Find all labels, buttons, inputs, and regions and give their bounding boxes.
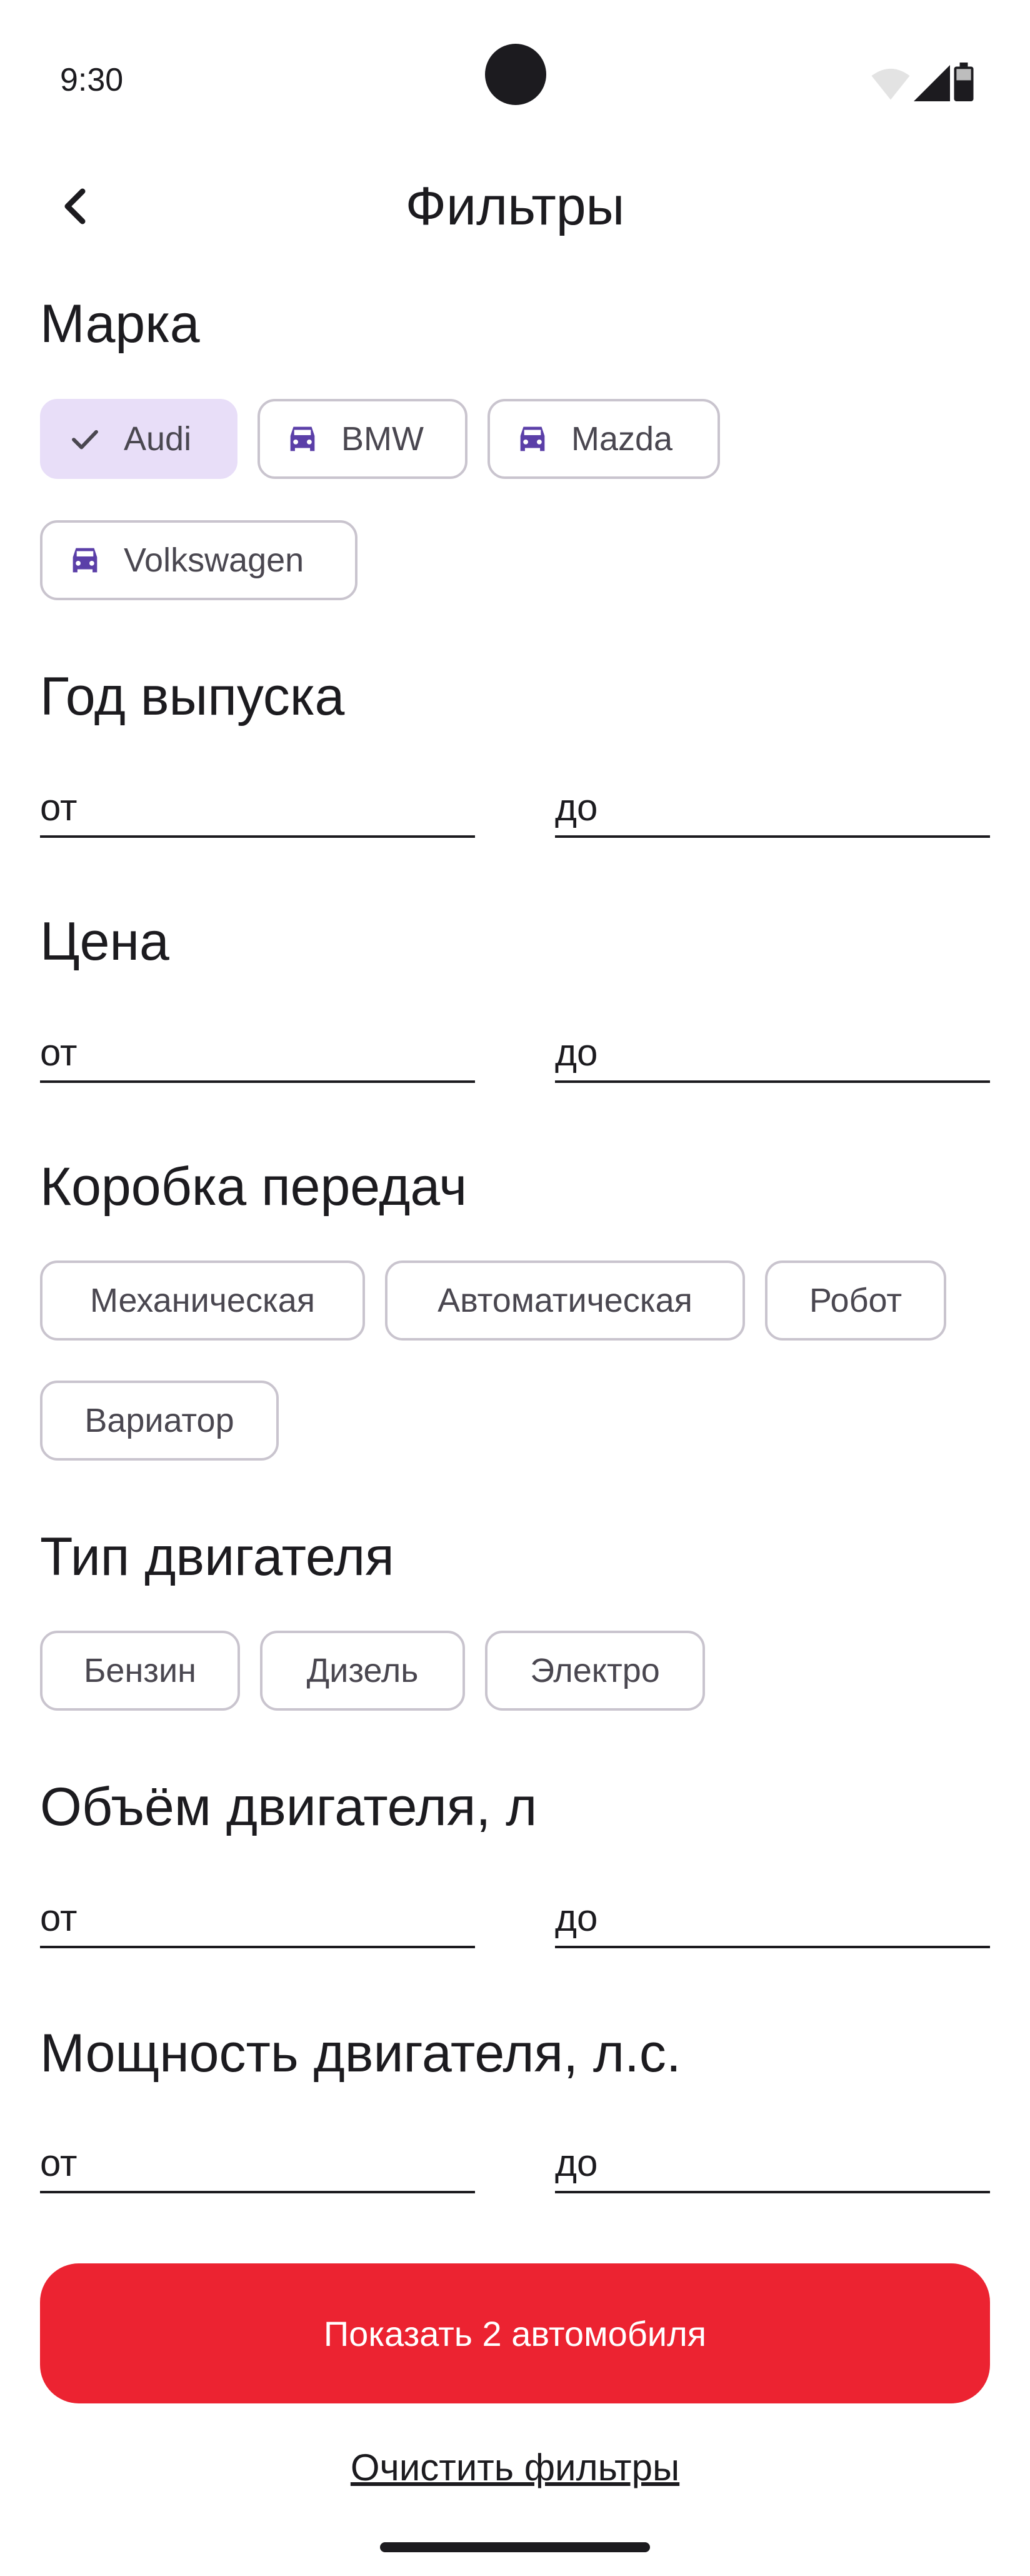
car-icon xyxy=(512,419,552,459)
transmission-section: Коробка передач xyxy=(40,1155,990,1218)
engine-type-section: Тип двигателя xyxy=(40,1526,990,1588)
price-to-field[interactable]: до xyxy=(555,1012,990,1083)
year-section: Год выпуска xyxy=(40,665,990,728)
chip-label: Mazda xyxy=(571,420,673,458)
transmission-title: Коробка передач xyxy=(40,1157,468,1217)
chip-label: Автоматическая xyxy=(438,1282,692,1319)
year-title: Год выпуска xyxy=(40,667,345,727)
page-title: Фильтры xyxy=(405,176,625,236)
engine-power-section: Мощность двигателя, л.с. xyxy=(40,2022,990,2085)
camera-cutout xyxy=(485,44,546,105)
year-from-field[interactable]: от xyxy=(40,767,475,838)
chip-engine-petrol[interactable]: Бензин xyxy=(40,1631,240,1711)
chip-brand-mazda[interactable]: Mazda xyxy=(488,399,720,479)
chip-brand-volkswagen[interactable]: Volkswagen xyxy=(40,520,358,600)
engine-power-to-field[interactable]: до xyxy=(555,2122,990,2193)
chip-transmission-manual[interactable]: Механическая xyxy=(40,1260,365,1341)
chip-label: Механическая xyxy=(89,1282,316,1319)
gesture-navigation-bar[interactable] xyxy=(380,2542,650,2552)
status-icons xyxy=(871,63,974,101)
engine-power-title: Мощность двигателя, л.с. xyxy=(40,2023,681,2083)
engine-volume-to-placeholder: до xyxy=(555,1897,598,1939)
brand-title: Марка xyxy=(40,294,200,354)
year-to-placeholder: до xyxy=(555,787,598,828)
chip-label: BMW xyxy=(341,420,424,458)
engine-volume-title: Объём двигателя, л xyxy=(40,1777,538,1837)
top-app-bar: Фильтры xyxy=(0,144,1030,269)
engine-volume-section: Объём двигателя, л xyxy=(40,1776,990,1838)
chip-label: Volkswagen xyxy=(124,541,304,579)
signal-icon xyxy=(914,65,950,101)
price-to-placeholder: до xyxy=(555,1032,598,1074)
chip-engine-diesel[interactable]: Дизель xyxy=(260,1631,465,1711)
year-from-placeholder: от xyxy=(40,787,78,828)
car-icon xyxy=(65,540,105,580)
battery-icon xyxy=(954,63,974,101)
chip-brand-audi[interactable]: Audi xyxy=(40,399,238,479)
price-section: Цена xyxy=(40,910,990,973)
chip-label: Вариатор xyxy=(84,1402,234,1439)
show-results-button[interactable]: Показать 2 автомобиля xyxy=(40,2263,990,2403)
status-time: 9:30 xyxy=(60,62,124,98)
engine-power-from-placeholder: от xyxy=(40,2142,78,2184)
chip-label: Дизель xyxy=(306,1652,419,1689)
engine-type-title: Тип двигателя xyxy=(40,1527,394,1587)
status-bar: 9:30 xyxy=(0,0,1030,144)
chip-brand-bmw[interactable]: BMW xyxy=(258,399,468,479)
wifi-icon xyxy=(871,68,910,100)
price-from-field[interactable]: от xyxy=(40,1012,475,1083)
clear-filters-link[interactable]: Очистить фильтры xyxy=(0,2446,1030,2489)
chip-label: Электро xyxy=(530,1652,660,1689)
chip-label: Audi xyxy=(124,420,192,458)
brand-section: Марка xyxy=(40,293,990,355)
engine-volume-to-field[interactable]: до xyxy=(555,1877,990,1948)
chip-engine-electric[interactable]: Электро xyxy=(485,1631,705,1711)
check-icon xyxy=(65,419,105,459)
chip-transmission-robot[interactable]: Робот xyxy=(765,1260,946,1341)
price-title: Цена xyxy=(40,912,169,972)
engine-power-to-placeholder: до xyxy=(555,2142,598,2184)
engine-power-from-field[interactable]: от xyxy=(40,2122,475,2193)
engine-volume-from-placeholder: от xyxy=(40,1897,78,1939)
chip-transmission-cvt[interactable]: Вариатор xyxy=(40,1381,279,1461)
year-to-field[interactable]: до xyxy=(555,767,990,838)
engine-volume-from-field[interactable]: от xyxy=(40,1877,475,1948)
chip-label: Робот xyxy=(809,1282,902,1319)
car-icon xyxy=(282,419,322,459)
chip-label: Бензин xyxy=(83,1652,197,1689)
price-from-placeholder: от xyxy=(40,1032,78,1074)
chip-transmission-automatic[interactable]: Автоматическая xyxy=(385,1260,745,1341)
